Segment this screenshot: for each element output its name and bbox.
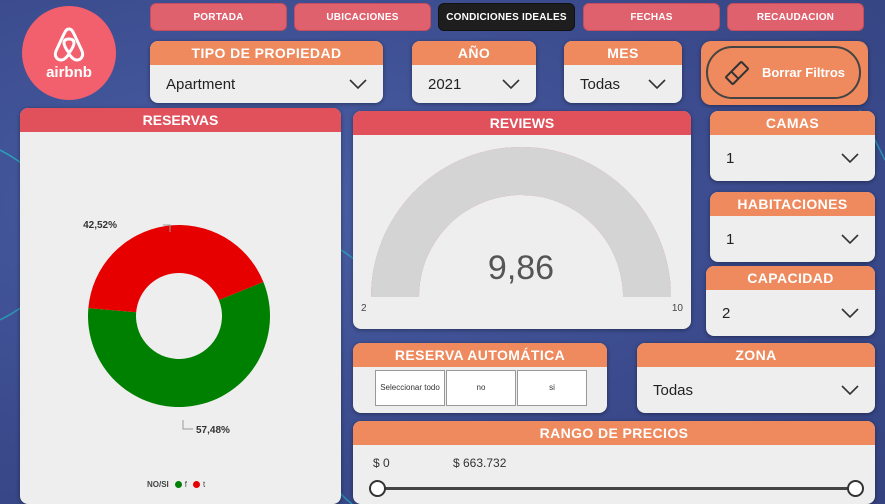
eraser-icon <box>725 60 749 85</box>
capacidad-value: 2 <box>722 304 731 322</box>
anio-slicer[interactable]: AÑO 2021 <box>412 41 536 103</box>
slice-t-data-label: 42,52% <box>83 220 117 231</box>
reservas-legend: NO/SI f t <box>147 480 205 489</box>
price-slider-track[interactable] <box>377 487 857 490</box>
reserva-automatica-slicer[interactable]: RESERVA AUTOMÁTICA Seleccionar todo no s… <box>353 343 607 413</box>
legend-title: NO/SI <box>147 480 169 489</box>
camas-slicer[interactable]: CAMAS 1 <box>710 111 875 181</box>
habitaciones-value: 1 <box>726 230 735 248</box>
tipo-propiedad-value: Apartment <box>166 75 236 93</box>
legend-t-label: t <box>203 480 206 489</box>
chevron-down-icon <box>841 308 859 319</box>
gauge-min-label: 2 <box>361 303 367 314</box>
zona-value: Todas <box>653 381 694 399</box>
slice-f-leader-line <box>182 420 193 430</box>
mes-dropdown[interactable]: Todas <box>564 65 682 103</box>
chevron-down-icon <box>841 234 859 245</box>
habitaciones-slicer[interactable]: HABITACIONES 1 <box>710 192 875 262</box>
rango-precios-label: RANGO DE PRECIOS <box>353 421 875 445</box>
clear-filters-button[interactable]: Borrar Filtros <box>701 41 868 105</box>
reviews-title: REVIEWS <box>353 111 691 135</box>
chevron-down-icon <box>841 385 859 396</box>
legend-t-marker <box>193 481 201 488</box>
camas-label: CAMAS <box>710 111 875 135</box>
airbnb-belo-icon <box>53 27 85 61</box>
capacidad-label: CAPACIDAD <box>706 266 875 290</box>
price-slider-min-handle[interactable] <box>369 480 386 497</box>
anio-dropdown[interactable]: 2021 <box>412 65 536 103</box>
anio-label: AÑO <box>412 41 536 65</box>
mes-value: Todas <box>580 75 621 93</box>
price-max-field[interactable]: $ 663.732 <box>453 456 506 470</box>
zona-dropdown[interactable]: Todas <box>637 367 875 413</box>
logo-wordmark: airbnb <box>46 63 92 81</box>
chevron-down-icon <box>648 79 666 90</box>
zona-label: ZONA <box>637 343 875 367</box>
mes-label: MES <box>564 41 682 65</box>
gauge-value-label: 9,86 <box>488 249 554 287</box>
nav-ubicaciones-button[interactable]: UBICACIONES <box>294 3 431 31</box>
capacidad-slicer[interactable]: CAPACIDAD 2 <box>706 266 875 336</box>
price-slider-max-handle[interactable] <box>847 480 864 497</box>
camas-value: 1 <box>726 149 735 167</box>
tipo-propiedad-slicer[interactable]: TIPO DE PROPIEDAD Apartment <box>150 41 383 103</box>
tipo-propiedad-label: TIPO DE PROPIEDAD <box>150 41 383 65</box>
price-min-field[interactable]: $ 0 <box>373 456 390 470</box>
reservas-panel: RESERVAS 42,52% 57,48% NO/SI f t <box>20 108 341 504</box>
habitaciones-dropdown[interactable]: 1 <box>710 216 875 262</box>
tile-si[interactable]: si <box>517 370 587 406</box>
zona-slicer[interactable]: ZONA Todas <box>637 343 875 413</box>
reviews-panel: REVIEWS 9,86 2 10 <box>353 111 691 329</box>
slice-f-data-label: 57,48% <box>196 425 230 436</box>
reserva-automatica-tiles: Seleccionar todo no si <box>375 370 595 406</box>
mes-slicer[interactable]: MES Todas <box>564 41 682 103</box>
reservas-donut-chart: 42,52% 57,48% <box>83 220 270 436</box>
reservas-title: RESERVAS <box>20 108 341 132</box>
chevron-down-icon <box>349 79 367 90</box>
nav-recaudacion-button[interactable]: RECAUDACION <box>727 3 864 31</box>
capacidad-dropdown[interactable]: 2 <box>706 290 875 336</box>
habitaciones-label: HABITACIONES <box>710 192 875 216</box>
nav-condiciones-ideales-button[interactable]: CONDICIONES IDEALES <box>438 3 575 31</box>
tile-no[interactable]: no <box>446 370 516 406</box>
reserva-automatica-label: RESERVA AUTOMÁTICA <box>353 343 607 367</box>
nav-portada-button[interactable]: PORTADA <box>150 3 287 31</box>
tipo-propiedad-dropdown[interactable]: Apartment <box>150 65 383 103</box>
nav-fechas-button[interactable]: FECHAS <box>583 3 720 31</box>
chevron-down-icon <box>841 153 859 164</box>
tile-seleccionar-todo[interactable]: Seleccionar todo <box>375 370 445 406</box>
clear-filters-label: Borrar Filtros <box>761 65 846 80</box>
reviews-gauge: 9,86 2 10 <box>361 146 684 314</box>
anio-value: 2021 <box>428 75 462 93</box>
rango-precios-slicer[interactable]: RANGO DE PRECIOS $ 0 $ 663.732 <box>353 421 875 504</box>
airbnb-logo: airbnb <box>22 6 116 100</box>
legend-f-label: f <box>184 480 188 489</box>
camas-dropdown[interactable]: 1 <box>710 135 875 181</box>
legend-f-marker <box>174 481 182 488</box>
gauge-max-label: 10 <box>672 303 684 314</box>
chevron-down-icon <box>502 79 520 90</box>
